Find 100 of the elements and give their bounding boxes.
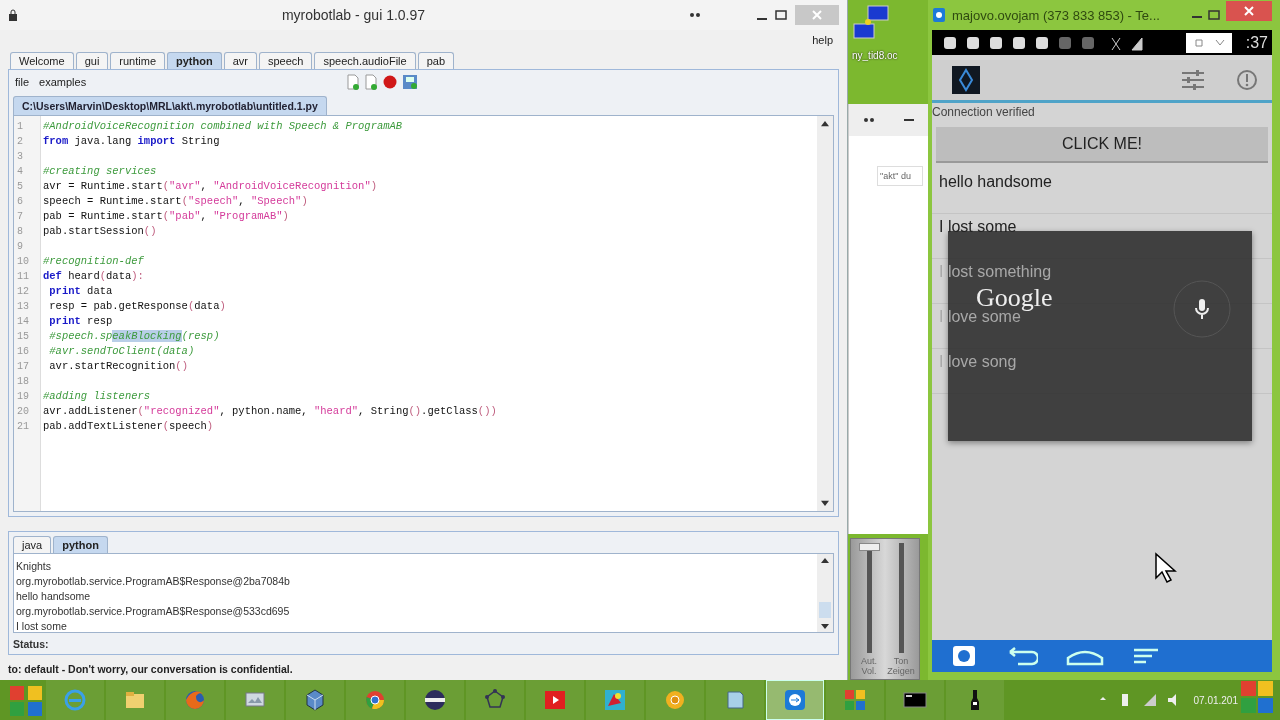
line-number: 8 — [16, 225, 24, 239]
tab[interactable]: java — [13, 536, 52, 553]
paint-icon — [603, 688, 627, 712]
close-button[interactable] — [1226, 1, 1272, 21]
code-line: #avr.sendToClient(data) — [48, 344, 196, 359]
window-title: myrobotlab - gui 1.0.97 — [280, 7, 427, 23]
tab[interactable]: gui — [75, 52, 109, 69]
code-line: pab.addTextListener(speech) — [43, 419, 215, 434]
line-number: 5 — [16, 180, 24, 194]
recents-icon[interactable] — [1132, 646, 1160, 666]
console-line: org.myrobotlab.service.ProgramAB$Response@2ba7084b — [16, 574, 291, 589]
line-number: 21 — [16, 420, 30, 434]
scrollbar[interactable] — [817, 116, 833, 511]
line-number: 7 — [16, 210, 24, 224]
tab[interactable]: python — [167, 52, 222, 69]
code-line: from java.lang import String — [43, 134, 221, 149]
line-number: 19 — [16, 390, 30, 404]
line-number: 4 — [16, 165, 24, 179]
code-line: pab = Runtime.start("pab", "ProgramAB") — [43, 209, 290, 224]
teamviewer-icon — [932, 7, 946, 23]
menu-item[interactable]: file — [15, 76, 30, 88]
line-number: 20 — [16, 405, 30, 419]
tab[interactable]: pab — [417, 52, 454, 69]
line-number: 11 — [16, 270, 30, 284]
tab[interactable]: speech — [259, 52, 313, 69]
code-line: #recognition-def — [43, 254, 145, 269]
line-number: 9 — [16, 240, 24, 254]
code-line: avr = Runtime.start("avr", "AndroidVoiceRecognition") — [43, 179, 378, 194]
clock: :37 — [1245, 33, 1268, 52]
brand-name: Google — [976, 283, 1053, 312]
maximize-icon[interactable] — [775, 10, 787, 20]
record-icon[interactable] — [382, 74, 399, 90]
tab[interactable]: Welcome — [10, 52, 74, 69]
maximize-icon[interactable] — [1208, 10, 1220, 20]
quick-settings-icon[interactable] — [1186, 32, 1232, 53]
line-number: 10 — [16, 255, 30, 269]
dots-icon — [863, 116, 876, 124]
line-number: 6 — [16, 195, 24, 209]
menu-item[interactable]: examples — [39, 76, 87, 88]
slider-track[interactable] — [858, 543, 880, 653]
sliders-icon[interactable] — [1180, 69, 1206, 91]
code-line: #adding listeners — [43, 389, 152, 404]
line-number: 1 — [16, 120, 24, 134]
code-line: def heard(data): — [43, 269, 145, 284]
result-item[interactable]: I lost some — [939, 218, 1017, 236]
slider-thumb[interactable] — [858, 543, 880, 551]
microphone-icon[interactable] — [1172, 279, 1232, 339]
code-line: #speech.speakBlocking(resp) — [48, 329, 221, 344]
code-line: speech = Runtime.start("speech", "Speech") — [43, 194, 309, 209]
tab[interactable]: python — [53, 536, 108, 553]
click-button[interactable]: CLICK ME! — [936, 127, 1268, 163]
console-line: org.myrobotlab.service.ProgramAB$Response@533cd695 — [16, 604, 291, 619]
line-number: 18 — [16, 375, 30, 389]
tab[interactable]: runtime — [110, 52, 166, 69]
fox-globe-icon — [183, 688, 207, 712]
new-file-icon[interactable] — [364, 74, 379, 90]
taskbar-button[interactable] — [886, 680, 944, 720]
tab[interactable]: avr — [223, 52, 257, 69]
code-line: print data — [48, 284, 114, 299]
taskbar-button[interactable] — [946, 680, 1004, 720]
scrollbar[interactable] — [817, 554, 833, 632]
taskbar-button[interactable] — [406, 680, 464, 720]
status-label: Status: — [12, 637, 50, 652]
app-icon — [952, 66, 980, 94]
window-title: majovo.ovojam (373 833 853) - Te... — [952, 7, 1161, 23]
teamviewer-icon — [783, 688, 807, 712]
code-editor[interactable] — [13, 115, 834, 512]
code-line: avr.addListener("recognized", python.name, "heard", String().getClass()) — [43, 404, 498, 419]
line-number: 3 — [16, 150, 24, 164]
date: 07.01.201 — [1193, 694, 1238, 706]
code-line: resp = pab.getResponse(data) — [48, 299, 227, 314]
code-line: #creating services — [43, 164, 158, 179]
line-number: 2 — [16, 135, 24, 149]
line-number: 12 — [16, 285, 30, 299]
new-file-icon[interactable] — [346, 74, 361, 90]
sphere-icon — [423, 688, 447, 712]
menu-item[interactable]: help — [812, 34, 833, 46]
teamviewer-icon[interactable] — [952, 645, 976, 667]
save-icon[interactable] — [402, 74, 419, 90]
result-item[interactable]: hello handsome — [939, 173, 1052, 191]
tiles-icon — [843, 688, 867, 712]
lock-icon — [8, 9, 18, 21]
close-icon — [1244, 6, 1254, 16]
play-icon — [543, 688, 567, 712]
line-number: 15 — [16, 330, 30, 344]
line-number: 17 — [16, 360, 30, 374]
tiles-icon — [1240, 680, 1274, 714]
code-line: pab.startSession() — [43, 224, 158, 239]
minimize-icon — [903, 118, 914, 122]
info-icon[interactable] — [1236, 69, 1258, 91]
browser-icon — [63, 688, 87, 712]
tab[interactable]: speech.audioFile — [314, 52, 416, 69]
line-number: 16 — [16, 345, 30, 359]
console-line: hello handsome — [16, 589, 92, 604]
status-message: to: default - Don't worry, our conversation is confidential. — [7, 662, 294, 675]
file-tab[interactable]: C:\Users\Marvin\Desktop\MRL\akt\.myrobotlab\untitled.1.py — [13, 96, 327, 115]
connection-status: Connection verified — [932, 104, 1036, 119]
dots-icon[interactable] — [689, 11, 701, 19]
text-field[interactable]: "akt" du — [877, 166, 923, 186]
cursor-icon — [1154, 552, 1180, 584]
